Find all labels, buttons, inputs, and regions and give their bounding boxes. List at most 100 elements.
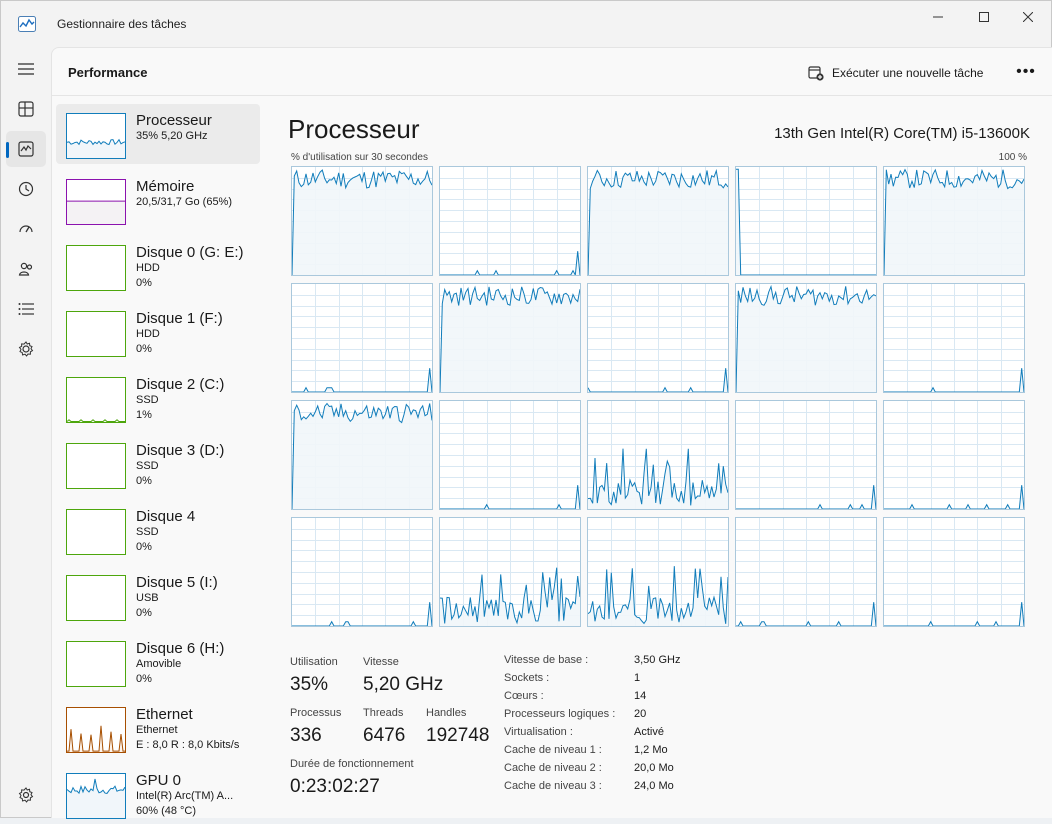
sidebar-item-name: Disque 6 (H:) <box>136 640 225 657</box>
nav-startup-apps-button[interactable] <box>6 211 46 247</box>
sidebar-item-name: Ethernet <box>136 706 193 723</box>
core-usage-area <box>292 170 432 275</box>
core-graph <box>439 517 581 627</box>
sidebar-thumbnail-graph <box>67 510 125 554</box>
app-history-icon <box>18 181 34 197</box>
minimize-icon <box>933 16 943 18</box>
core-graph <box>587 517 729 627</box>
content-area: Performance Exécuter une nouvelle tâche … <box>51 47 1052 819</box>
core-graph-svg <box>440 518 580 626</box>
sidebar-item-usage: 0% <box>136 541 152 553</box>
spec-key: Sockets : <box>504 672 550 684</box>
gear-icon <box>18 787 34 803</box>
spec-value: 3,50 GHz <box>634 654 681 666</box>
sidebar-thumbnail-graph <box>67 200 125 224</box>
sidebar-thumbnail-graph <box>67 725 125 752</box>
core-graph-svg <box>884 518 1024 626</box>
thumbnail-line <box>67 725 125 752</box>
nav-services-button[interactable] <box>6 331 46 367</box>
sidebar-thumbnail-graph <box>67 576 125 620</box>
uptime-value: 0:23:02:27 <box>290 776 380 797</box>
core-graph-svg <box>292 401 432 509</box>
core-graph-svg <box>736 401 876 509</box>
core-graph <box>439 283 581 393</box>
sidebar-item-thumbnail <box>66 311 126 357</box>
core-graph <box>735 166 877 276</box>
sidebar-item-usage: 0% <box>136 607 152 619</box>
cpu-title: Processeur <box>288 114 420 144</box>
navigation-rail <box>1 47 51 817</box>
nav-processes-button[interactable] <box>6 91 46 127</box>
nav-menu-button[interactable] <box>6 51 46 87</box>
settings-button[interactable] <box>6 779 46 811</box>
maximize-button[interactable] <box>961 1 1007 33</box>
sidebar-item[interactable]: Disque 5 (I:) USB 0% <box>56 566 260 626</box>
nav-users-button[interactable] <box>6 251 46 287</box>
sidebar-item-detail: USB <box>136 592 159 604</box>
spec-value: 24,0 Mo <box>634 780 674 792</box>
core-graph-svg <box>588 284 728 392</box>
sidebar-item-thumbnail <box>66 509 126 555</box>
sidebar-item-name: Disque 5 (I:) <box>136 574 218 591</box>
spec-key: Cache de niveau 3 : <box>504 780 602 792</box>
sidebar-item-detail: Intel(R) Arc(TM) A... <box>136 790 234 802</box>
sidebar-item-name: Disque 1 (F:) <box>136 310 223 327</box>
core-graph <box>439 166 581 276</box>
sidebar-item-thumbnail <box>66 245 126 291</box>
core-usage-area <box>736 286 876 392</box>
core-graph-svg <box>736 518 876 626</box>
close-icon <box>1023 12 1033 22</box>
sidebar-item[interactable]: Disque 2 (C:) SSD 1% <box>56 368 260 428</box>
sidebar-thumbnail-graph <box>67 444 125 488</box>
sidebar-item[interactable]: Disque 4 SSD 0% <box>56 500 260 560</box>
run-new-task-button[interactable]: Exécuter une nouvelle tâche <box>808 62 983 84</box>
core-graph-svg <box>588 167 728 275</box>
nav-app-history-button[interactable] <box>6 171 46 207</box>
sidebar-item[interactable]: GPU 0 Intel(R) Arc(TM) A... 60% (48 °C) <box>56 764 260 824</box>
cpu-detail-panel: Processeur 13th Gen Intel(R) Core(TM) i5… <box>282 104 1042 814</box>
nav-performance-button[interactable] <box>6 131 46 167</box>
vitesse-value: 5,20 GHz <box>363 674 444 695</box>
sidebar-item-name: Disque 4 <box>136 508 196 525</box>
title-bar: Gestionnaire des tâches <box>1 1 1051 35</box>
page-header: Performance Exécuter une nouvelle tâche … <box>52 48 1052 96</box>
sidebar-item[interactable]: Disque 1 (F:) HDD 0% <box>56 302 260 362</box>
spec-value: 1 <box>634 672 641 684</box>
core-graph <box>883 283 1025 393</box>
minimize-button[interactable] <box>915 1 961 33</box>
core-graph <box>587 166 729 276</box>
spec-value: 14 <box>634 690 647 702</box>
vitesse-label: Vitesse <box>363 656 399 668</box>
sidebar-item-name: Processeur <box>136 112 212 129</box>
task-manager-app-icon <box>18 16 36 32</box>
processus-label: Processus <box>290 707 342 719</box>
sidebar-thumbnail-graph <box>67 778 125 818</box>
core-graph-svg <box>440 401 580 509</box>
spec-value: 20 <box>634 708 647 720</box>
nav-details-button[interactable] <box>6 291 46 327</box>
core-graph-svg <box>588 401 728 509</box>
handles-value: 192748 <box>426 725 490 746</box>
core-graph-svg <box>440 167 580 275</box>
close-button[interactable] <box>1005 1 1051 33</box>
maximize-icon <box>979 12 989 22</box>
sidebar-item[interactable]: Processeur 35% 5,20 GHz <box>56 104 260 164</box>
sidebar-item[interactable]: Disque 6 (H:) Amovible 0% <box>56 632 260 692</box>
sidebar-thumbnail-graph <box>67 419 125 422</box>
core-graph-svg <box>440 284 580 392</box>
more-options-button[interactable]: ••• <box>1012 60 1040 84</box>
sidebar-item[interactable]: Disque 3 (D:) SSD 0% <box>56 434 260 494</box>
core-graph <box>735 517 877 627</box>
sidebar-thumbnail-graph <box>67 246 125 290</box>
sidebar-item[interactable]: Disque 0 (G: E:) HDD 0% <box>56 236 260 296</box>
sidebar-item[interactable]: Mémoire 20,5/31,7 Go (65%) <box>56 170 260 230</box>
core-graph-svg <box>292 167 432 275</box>
core-graph-svg <box>884 284 1024 392</box>
users-icon <box>18 262 33 276</box>
sidebar-item-usage: 1% <box>136 409 152 421</box>
sidebar-item[interactable]: Ethernet Ethernet E : 8,0 R : 8,0 Kbits/s <box>56 698 260 758</box>
uptime-label: Durée de fonctionnement <box>290 758 414 770</box>
processus-value: 336 <box>290 725 322 746</box>
sidebar-item-thumbnail <box>66 113 126 159</box>
utilisation-value: 35% <box>290 674 329 695</box>
